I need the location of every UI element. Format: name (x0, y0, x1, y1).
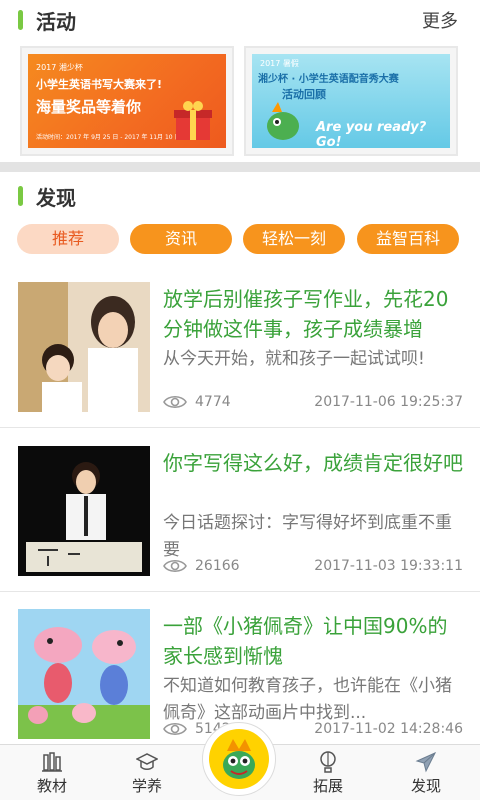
gift-box-icon (174, 101, 212, 140)
mascot-home-button[interactable] (202, 722, 276, 796)
banner-date: 活动时间：2017 年 9月 25 日 - 2017 年 11月 10 日 (36, 134, 181, 141)
section-accent-bar (18, 10, 23, 30)
graduation-cap-icon (136, 753, 158, 770)
publish-date: 2017-11-03 19:33:11 (314, 558, 463, 574)
nav-discover-label: 发现 (410, 777, 441, 795)
article-meta: 4774 2017-11-06 19:25:37 (163, 390, 463, 414)
banner-title: 湘少杯 · 小学生英语配音秀大赛 (258, 74, 399, 85)
filter-news[interactable]: 资讯 (130, 224, 232, 254)
filter-relax[interactable]: 轻松一刻 (243, 224, 345, 254)
mascot-badge (209, 729, 269, 789)
section-divider (0, 162, 480, 172)
activity-title: 活动 (36, 9, 76, 34)
banner-title: 小学生英语书写大赛来了! (36, 78, 163, 91)
eye-icon (163, 559, 187, 573)
article-meta: 26166 2017-11-03 19:33:11 (163, 554, 463, 578)
hot-air-balloon-icon (320, 751, 336, 773)
article-summary: 从今天开始，就和孩子一起试试呗! (163, 349, 425, 369)
banner-year: 2017 暑假 (260, 59, 299, 68)
article-thumbnail (18, 446, 150, 576)
books-icon (42, 752, 62, 772)
activity-banners: 2017 湘少杯 小学生英语书写大赛来了! 海量奖品等着你 活动时间：2017 … (0, 40, 480, 160)
nav-expand-label: 拓展 (312, 777, 343, 795)
banner-writing-contest[interactable]: 2017 湘少杯 小学生英语书写大赛来了! 海量奖品等着你 活动时间：2017 … (20, 46, 234, 156)
article-title: 你字写得这么好，成绩肯定很好吧 (163, 451, 463, 475)
filter-encyclopedia[interactable]: 益智百科 (357, 224, 459, 254)
nav-expand[interactable]: 拓展 (292, 751, 364, 799)
feed-item[interactable]: 你字写得这么好，成绩肯定很好吧 今日话题探讨：字写得好坏到底重不重要 26166… (0, 446, 480, 606)
nav-discover[interactable]: 发现 (390, 751, 462, 799)
banner-subtitle: 海量奖品等着你 (36, 98, 142, 116)
view-count: 26166 (195, 558, 240, 574)
publish-date: 2017-11-02 14:28:46 (314, 721, 463, 737)
view-count: 4774 (195, 394, 231, 410)
article-thumbnail (18, 609, 150, 739)
more-link[interactable]: 更多 (422, 7, 458, 33)
activity-header: 活动 更多 (0, 0, 480, 40)
discover-title: 发现 (36, 185, 76, 210)
item-divider (0, 427, 480, 428)
banner-dubbing-contest[interactable]: 2017 暑假 湘少杯 · 小学生英语配音秀大赛 活动回顾 Are you re… (244, 46, 458, 156)
item-divider (0, 591, 480, 592)
filter-recommend[interactable]: 推荐 (17, 224, 119, 254)
publish-date: 2017-11-06 19:25:37 (314, 394, 463, 410)
banner-year: 2017 湘少杯 (36, 63, 83, 72)
nav-textbook[interactable]: 教材 (16, 751, 88, 799)
article-title: 一部《小猪佩奇》让中国90%的家长感到惭愧 (163, 614, 448, 668)
eye-icon (163, 395, 187, 409)
nav-literacy[interactable]: 学养 (111, 751, 183, 799)
paper-plane-icon (415, 751, 437, 773)
nav-textbook-label: 教材 (36, 777, 67, 795)
dragon-mascot-icon (267, 102, 299, 140)
feed-item[interactable]: 放学后别催孩子写作业，先花20分钟做这件事，孩子成绩暴增 从今天开始，就和孩子一… (0, 282, 480, 442)
article-title: 放学后别催孩子写作业，先花20分钟做这件事，孩子成绩暴增 (163, 287, 449, 341)
banner-slogan: Are you ready? Go! (316, 120, 427, 148)
section-accent-bar (18, 186, 23, 206)
article-thumbnail (18, 282, 150, 412)
eye-icon (163, 722, 187, 736)
discover-header: 发现 (0, 176, 480, 216)
dragon-mascot-icon (223, 739, 255, 779)
category-filters: 推荐 资讯 轻松一刻 益智百科 (0, 224, 480, 256)
nav-literacy-label: 学养 (131, 777, 162, 795)
